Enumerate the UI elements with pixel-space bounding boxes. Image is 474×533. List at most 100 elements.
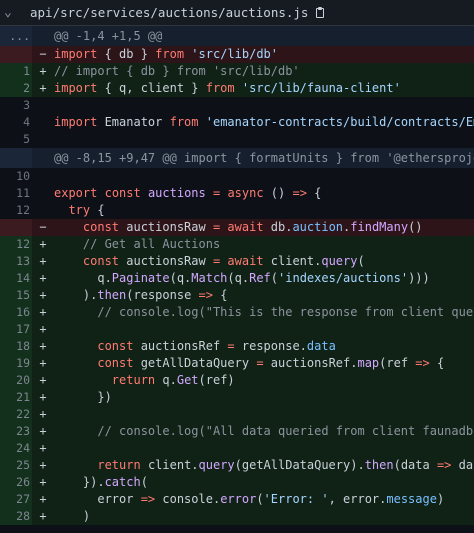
deleted-line: − import { db } from 'src/lib/db' xyxy=(0,46,474,63)
line-number: 26 xyxy=(0,474,32,491)
diff-marker: + xyxy=(39,288,47,302)
code-text: import Emanator from 'emanator-contracts… xyxy=(54,114,474,131)
diff-marker: + xyxy=(39,237,47,251)
expand-lines-button[interactable] xyxy=(0,148,32,168)
code-token: await xyxy=(227,220,264,234)
code-text: // console.log("All data queried from cl… xyxy=(54,423,474,440)
code-token: map xyxy=(357,356,380,370)
code-token: auctionsRaw xyxy=(119,254,213,268)
code-token: client. xyxy=(263,254,322,268)
added-line: 17 + xyxy=(0,321,474,338)
code-token: ) xyxy=(436,492,445,506)
line-number xyxy=(0,46,32,63)
code-text: // import { db } from 'src/lib/db' xyxy=(54,63,474,80)
added-line: 21 + }) xyxy=(0,389,474,406)
diff-marker xyxy=(32,168,54,185)
added-line: 26 + }).catch( xyxy=(0,474,474,491)
line-number: 12 xyxy=(16,203,30,217)
file-path[interactable]: api/src/services/auctions/auctions.js xyxy=(30,5,308,20)
code-token: ). xyxy=(54,288,98,302)
line-number: 20 xyxy=(0,372,32,389)
code-token: const xyxy=(104,186,141,200)
diff-marker: + xyxy=(39,271,47,285)
code-token: async xyxy=(227,186,264,200)
code-token: response. xyxy=(234,339,307,353)
code-token: (ref xyxy=(379,356,416,370)
code-token: getAllDataQuery xyxy=(133,356,257,370)
code-token: (response xyxy=(126,288,199,302)
code-token: from xyxy=(169,115,199,129)
code-token: Match xyxy=(191,271,228,285)
context-line: 12 try { xyxy=(0,202,474,219)
hunk-header[interactable]: @@ -8,15 +9,47 @@ import { formatUnits }… xyxy=(0,148,474,168)
code-token: data) xyxy=(458,458,474,472)
code-token: , error. xyxy=(328,492,387,506)
code-token: then xyxy=(97,288,127,302)
diff-marker xyxy=(32,114,54,131)
code-token: }) xyxy=(54,390,112,404)
context-line: 4 import Emanator from 'emanator-contract… xyxy=(0,114,474,131)
line-number: 4 xyxy=(23,115,30,129)
code-token: }). xyxy=(54,475,105,489)
code-token: auctions xyxy=(147,186,206,200)
code-token: auctionsRef. xyxy=(263,356,358,370)
copy-icon[interactable] xyxy=(316,6,326,19)
line-number: 5 xyxy=(23,132,30,146)
code-token: @@ -1,4 +1,5 @@ xyxy=(54,29,163,43)
added-line: 16 + // console.log("This is the response… xyxy=(0,304,474,321)
code-text: @@ -1,4 +1,5 @@ xyxy=(54,26,474,46)
hunk-header[interactable]: ... @@ -1,4 +1,5 @@ xyxy=(0,26,474,46)
code-token: const xyxy=(82,254,120,268)
code-token: => xyxy=(436,458,452,472)
code-text: error => console.error('Error: ', error.… xyxy=(54,491,474,508)
line-number: 21 xyxy=(0,389,32,406)
code-token: catch xyxy=(104,475,141,489)
code-text: const auctionsRaw = await client.query( xyxy=(54,253,474,270)
diff-marker xyxy=(32,148,54,168)
code-token: client. xyxy=(140,458,199,472)
code-text: q.Paginate(q.Match(q.Ref('indexes/auctio… xyxy=(54,270,474,287)
context-line: 5 xyxy=(0,131,474,148)
code-token: import xyxy=(54,81,98,95)
line-number: 15 xyxy=(0,287,32,304)
line-number: 25 xyxy=(0,457,32,474)
deleted-line: − const auctionsRaw = await db.auction.f… xyxy=(0,219,474,236)
diff-marker xyxy=(32,97,54,114)
code-token: Emanator xyxy=(97,115,170,129)
code-token: => xyxy=(292,186,307,200)
diff-marker: + xyxy=(39,424,47,438)
diff-marker: + xyxy=(39,441,47,455)
code-token: await xyxy=(227,254,264,268)
expand-lines-button[interactable]: ... xyxy=(0,26,32,46)
line-number: 1 xyxy=(0,63,32,80)
code-token: () xyxy=(408,220,423,234)
code-token: export xyxy=(54,186,98,200)
code-token: => xyxy=(198,288,213,302)
code-text: }).catch( xyxy=(54,474,474,491)
added-line: 1 + // import { db } from 'src/lib/db' xyxy=(0,63,474,80)
code-token: const xyxy=(97,356,134,370)
diff-marker: + xyxy=(39,373,47,387)
code-text: return q.Get(ref) xyxy=(54,372,474,389)
diff-marker xyxy=(32,131,54,148)
line-number: 27 xyxy=(0,491,32,508)
line-number: 28 xyxy=(0,508,32,525)
code-token: message xyxy=(386,492,437,506)
added-line: 24 + xyxy=(0,440,474,457)
context-line: 10 xyxy=(0,168,474,185)
code-token: { xyxy=(90,203,105,217)
chevron-down-icon[interactable]: ⌄ xyxy=(4,5,30,20)
added-line: 25 + return client.query(getAllDataQuery)… xyxy=(0,457,474,474)
diff-marker xyxy=(32,185,54,202)
added-line: 19 + const getAllDataQuery = auctionsRef.… xyxy=(0,355,474,372)
code-token: query xyxy=(198,458,235,472)
code-token: // import { db } from 'src/lib/db' xyxy=(54,64,300,78)
code-text: }) xyxy=(54,389,474,406)
